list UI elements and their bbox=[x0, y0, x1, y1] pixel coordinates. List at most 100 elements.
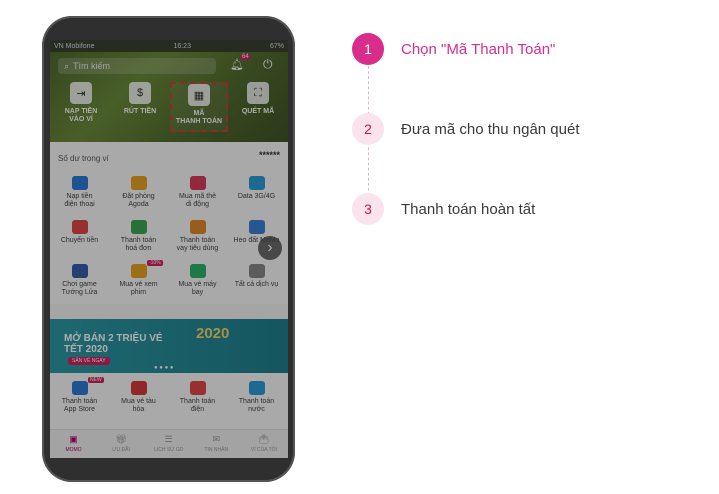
service-icon bbox=[248, 176, 265, 190]
service-label: Tất cả dịch vụ bbox=[234, 281, 279, 288]
history-icon: ☰ bbox=[164, 434, 173, 444]
service-item[interactable]: Thanh toán điện bbox=[168, 381, 227, 414]
promo-banner[interactable]: MỞ BÁN 2 TRIỆU VÉ TẾT 2020 SĂN VÉ NGAY 2… bbox=[50, 319, 288, 373]
service-item[interactable]: Mua mã thẻ di động bbox=[168, 176, 227, 209]
power-icon[interactable]: ⏻ bbox=[263, 57, 273, 72]
balance-label: Số dư trong ví bbox=[58, 154, 109, 163]
service-item[interactable]: Chuyển tiền bbox=[50, 220, 109, 245]
status-bar: VN Mobifone 16:23 67% bbox=[50, 40, 288, 52]
service-item[interactable]: Data 3G/4G bbox=[227, 176, 286, 201]
service-icon bbox=[71, 264, 88, 278]
gift-icon: 🎁︎ bbox=[115, 434, 127, 444]
service-label: Thanh toán nước bbox=[238, 398, 275, 413]
quick-deposit-label: NẠP TIỀN VÀO VÍ bbox=[64, 108, 98, 123]
service-icon bbox=[189, 176, 206, 190]
service-item[interactable]: Thanh toán hoá đơn bbox=[109, 220, 168, 253]
withdraw-icon: $ bbox=[129, 82, 151, 104]
service-item[interactable]: Thanh toán App Store NEW bbox=[50, 377, 109, 414]
banner-title: MỞ BÁN 2 TRIỆU VÉ TẾT 2020 bbox=[64, 333, 163, 355]
quick-scan[interactable]: ⛶ QUÉT MÃ bbox=[229, 82, 287, 132]
carrier: VN Mobifone bbox=[54, 42, 95, 50]
phone-screen: ⌕ Tìm kiếm 🔔︎ 64 ⏻ ⇥ NẠP TIỀN VÀO VÍ $ R… bbox=[50, 40, 288, 458]
quick-deposit[interactable]: ⇥ NẠP TIỀN VÀO VÍ bbox=[52, 82, 110, 132]
service-item[interactable]: Mua vé máy bay bbox=[168, 264, 227, 297]
quick-payment-code[interactable]: ▦ MÃ THANH TOÁN bbox=[170, 82, 228, 132]
service-item[interactable]: Mua vé xem phim -10% bbox=[109, 260, 168, 297]
services-grid: Nạp tiền điện thoại Đặt phòng Agoda Mua mã… bbox=[50, 168, 288, 304]
service-item[interactable]: Mua vé tàu hỏa bbox=[109, 381, 168, 414]
deposit-icon: ⇥ bbox=[70, 82, 92, 104]
tab--u-i[interactable]: 🎁︎ ƯU ĐÃI bbox=[98, 434, 145, 453]
notification-badge: 64 bbox=[240, 54, 251, 60]
service-label: Thanh toán hoá đơn bbox=[120, 237, 157, 252]
balance-value: ****** bbox=[258, 150, 280, 160]
tab-label: ƯU ĐÃI bbox=[112, 447, 130, 453]
step-2-text: Đưa mã cho thu ngân quét bbox=[401, 120, 580, 138]
service-label: Chơi game Tướng Lửa bbox=[61, 281, 98, 296]
search-input[interactable]: ⌕ Tìm kiếm bbox=[58, 58, 216, 74]
hero-header: ⌕ Tìm kiếm 🔔︎ 64 ⏻ ⇥ NẠP TIỀN VÀO VÍ $ R… bbox=[50, 52, 288, 142]
chat-icon: ✉ bbox=[212, 434, 221, 444]
service-icon bbox=[130, 381, 147, 395]
service-label: Thanh toán điện bbox=[179, 398, 216, 413]
chevron-right-icon[interactable]: › bbox=[258, 236, 282, 260]
service-label: Mua mã thẻ di động bbox=[179, 193, 216, 208]
scan-icon: ⛶ bbox=[247, 82, 269, 104]
service-item[interactable]: Tất cả dịch vụ bbox=[227, 264, 286, 289]
service-item[interactable]: Chơi game Tướng Lửa bbox=[50, 264, 109, 297]
service-item[interactable]: Nạp tiền điện thoại bbox=[50, 176, 109, 209]
new-badge: NEW bbox=[88, 377, 104, 383]
quick-scan-label: QUÉT MÃ bbox=[241, 108, 275, 115]
service-icon bbox=[248, 220, 265, 234]
tab-v-c-a-t-i[interactable]: 👛︎ VÍ CỦA TÔI bbox=[240, 434, 287, 453]
tab-label: VÍ CỦA TÔI bbox=[250, 447, 277, 453]
service-item[interactable]: Thanh toán vay tiêu dùng bbox=[168, 220, 227, 253]
banner-button[interactable]: SĂN VÉ NGAY bbox=[68, 357, 110, 365]
service-label: Đặt phòng Agoda bbox=[122, 193, 155, 208]
carousel-dots[interactable]: ● ● ● ● bbox=[154, 365, 174, 371]
tab-label: TIN NHẮN bbox=[204, 447, 229, 453]
service-label: Thanh toán vay tiêu dùng bbox=[176, 237, 219, 252]
tab-label: LỊCH SỬ GD bbox=[154, 447, 184, 453]
service-icon bbox=[248, 264, 265, 278]
service-icon bbox=[189, 264, 206, 278]
service-label: Mua vé máy bay bbox=[178, 281, 217, 296]
service-label: Thanh toán App Store bbox=[61, 398, 98, 413]
services-bottom: Thanh toán App Store NEW Mua vé tàu hỏa Tha… bbox=[50, 373, 288, 429]
service-icon bbox=[189, 381, 206, 395]
step-3[interactable]: 3 Thanh toán hoàn tất bbox=[352, 193, 535, 225]
step-3-text: Thanh toán hoàn tất bbox=[401, 200, 536, 218]
promo-badge: -10% bbox=[147, 260, 163, 266]
step-2[interactable]: 2 Đưa mã cho thu ngân quét bbox=[352, 113, 580, 145]
step-1-number: 1 bbox=[352, 33, 384, 65]
step-2-number: 2 bbox=[352, 113, 384, 145]
quick-payment-code-label: MÃ THANH TOÁN bbox=[175, 110, 223, 125]
battery: 67% bbox=[269, 42, 284, 50]
tab-label: MOMO bbox=[65, 447, 82, 453]
service-icon bbox=[71, 176, 88, 190]
clock: 16:23 bbox=[173, 42, 191, 50]
wallet-icon: 👛︎ bbox=[258, 434, 270, 444]
tab-l-ch-s-gd[interactable]: ☰ LỊCH SỬ GD bbox=[145, 434, 192, 453]
quick-withdraw[interactable]: $ RÚT TIỀN bbox=[111, 82, 169, 132]
search-icon: ⌕ bbox=[64, 60, 70, 71]
service-icon bbox=[71, 381, 88, 395]
service-label: Data 3G/4G bbox=[237, 193, 276, 200]
service-item[interactable]: Thanh toán nước bbox=[227, 381, 286, 414]
tab-tin-nh-n[interactable]: ✉ TIN NHẮN bbox=[193, 434, 240, 453]
step-1-text: Chọn "Mã Thanh Toán" bbox=[401, 40, 556, 58]
service-icon bbox=[130, 220, 147, 234]
service-label: Nạp tiền điện thoại bbox=[64, 193, 95, 208]
service-icon bbox=[189, 220, 206, 234]
tab-bar: ▣ MOMO 🎁︎ ƯU ĐÃI ☰ LỊCH SỬ GD ✉ TIN NHẮN 👛︎ VÍ CỦ… bbox=[50, 429, 288, 458]
step-1[interactable]: 1 Chọn "Mã Thanh Toán" bbox=[352, 33, 555, 65]
service-label: Mua vé tàu hỏa bbox=[121, 398, 156, 413]
quick-withdraw-label: RÚT TIỀN bbox=[123, 108, 157, 115]
service-icon bbox=[71, 220, 88, 234]
service-icon bbox=[130, 264, 147, 278]
tab-momo[interactable]: ▣ MOMO bbox=[50, 434, 97, 453]
balance-bar[interactable]: Số dư trong ví ****** bbox=[50, 142, 288, 168]
service-item[interactable]: Đặt phòng Agoda bbox=[109, 176, 168, 209]
service-icon bbox=[130, 176, 147, 190]
qr-code-icon: ▦ bbox=[188, 84, 210, 106]
